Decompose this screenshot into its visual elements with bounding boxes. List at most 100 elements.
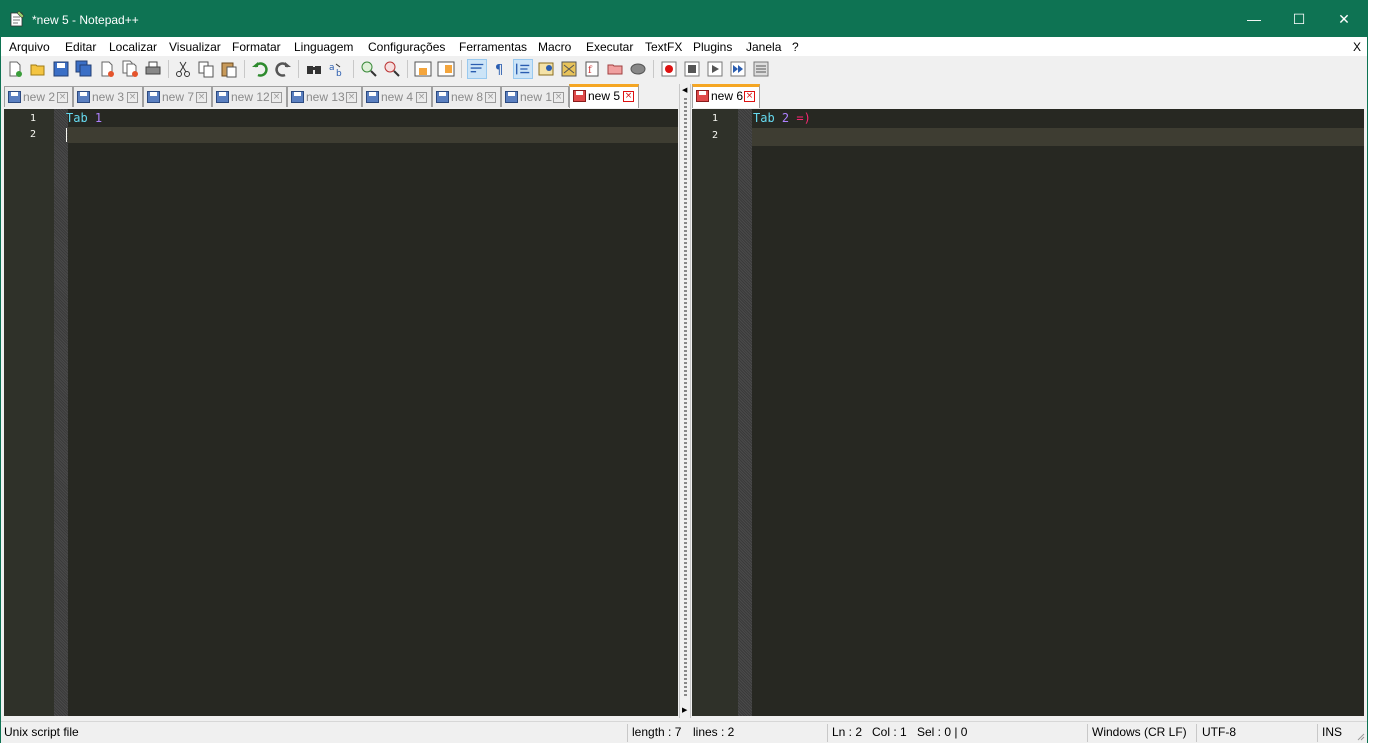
line-number-gutter: 1 2	[4, 109, 54, 716]
open-file-icon[interactable]	[28, 59, 48, 79]
tab-new-3[interactable]: new 3 ×	[73, 86, 143, 107]
maximize-button[interactable]: ☐	[1276, 1, 1322, 37]
tab-label: new 8	[451, 90, 484, 104]
close-all-icon[interactable]	[120, 59, 140, 79]
menu-help[interactable]: ?	[792, 40, 799, 54]
cut-icon[interactable]	[173, 59, 193, 79]
new-file-icon[interactable]	[5, 59, 25, 79]
menu-arquivo[interactable]: Arquivo	[9, 40, 50, 54]
tab-new-12[interactable]: new 12 ×	[212, 86, 287, 107]
view-splitter[interactable]: ◀ ▶	[679, 84, 691, 718]
close-tab-button[interactable]: ×	[553, 92, 564, 103]
close-tab-button[interactable]: ×	[744, 91, 755, 102]
status-lines: lines : 2	[693, 725, 735, 739]
tab-label: new 3	[92, 90, 125, 104]
save-all-icon[interactable]	[74, 59, 94, 79]
menu-executar[interactable]: Executar	[586, 40, 633, 54]
close-tab-button[interactable]: ×	[416, 92, 427, 103]
word-wrap-icon[interactable]	[467, 59, 487, 79]
fold-margin[interactable]	[54, 109, 68, 716]
close-window-button[interactable]: ✕	[1321, 1, 1367, 37]
indent-guide-icon[interactable]	[513, 59, 533, 79]
save-icon[interactable]	[51, 59, 71, 79]
tab-new-2[interactable]: new 2 ×	[4, 86, 73, 107]
menu-formatar[interactable]: Formatar	[232, 40, 281, 54]
move-right-arrow-icon[interactable]: ▶	[682, 706, 687, 714]
title-bar[interactable]: *new 5 - Notepad++ — ☐ ✕	[1, 1, 1367, 37]
tab-label: new 2	[23, 90, 56, 104]
tab-label: new 5	[588, 89, 621, 103]
menu-ferramentas[interactable]: Ferramentas	[459, 40, 527, 54]
monitoring-icon[interactable]	[628, 59, 648, 79]
menu-bar: Arquivo Editar Localizar Visualizar Form…	[1, 37, 1367, 56]
number-token: 1	[94, 111, 103, 125]
play-macro-icon[interactable]	[705, 59, 725, 79]
minimize-button[interactable]: —	[1231, 1, 1277, 37]
right-editor[interactable]: 1 2 Tab 2 =)	[692, 109, 1364, 716]
menu-configuracoes[interactable]: Configurações	[368, 40, 445, 54]
tab-label: new 13	[306, 90, 345, 104]
paste-icon[interactable]	[219, 59, 239, 79]
saved-file-icon	[147, 91, 160, 103]
redo-icon[interactable]	[273, 59, 293, 79]
tab-new-7[interactable]: new 7 ×	[143, 86, 212, 107]
close-tab-button[interactable]: ×	[127, 92, 138, 103]
right-tab-bar: new 6 ×	[692, 84, 1367, 108]
zoom-out-icon[interactable]	[382, 59, 402, 79]
menu-linguagem[interactable]: Linguagem	[294, 40, 353, 54]
menu-editar[interactable]: Editar	[65, 40, 96, 54]
user-language-icon[interactable]	[536, 59, 556, 79]
close-tab-button[interactable]: ×	[623, 91, 634, 102]
run-macro-multiple-icon[interactable]	[728, 59, 748, 79]
close-tab-button[interactable]: ×	[196, 92, 207, 103]
menu-visualizar[interactable]: Visualizar	[169, 40, 221, 54]
record-macro-icon[interactable]	[659, 59, 679, 79]
line-number: 2	[711, 130, 718, 141]
menu-macro[interactable]: Macro	[538, 40, 571, 54]
saved-file-icon	[8, 91, 21, 103]
code-line: Tab 2 =)	[753, 111, 811, 125]
sync-horizontal-icon[interactable]	[436, 59, 456, 79]
find-icon[interactable]	[304, 59, 324, 79]
current-line-highlight	[68, 127, 678, 143]
operator-token: =)	[796, 111, 811, 125]
tab-label: new 4	[381, 90, 414, 104]
menu-plugins[interactable]: Plugins	[693, 40, 732, 54]
fold-margin[interactable]	[738, 109, 752, 716]
close-icon[interactable]	[97, 59, 117, 79]
stop-macro-icon[interactable]	[682, 59, 702, 79]
undo-icon[interactable]	[250, 59, 270, 79]
replace-icon[interactable]: ab	[327, 59, 347, 79]
status-separator	[827, 724, 828, 742]
zoom-in-icon[interactable]	[359, 59, 379, 79]
resize-grip-icon[interactable]	[1355, 731, 1365, 741]
show-all-chars-icon[interactable]: ¶	[490, 59, 510, 79]
left-editor[interactable]: 1 2 Tab 1	[4, 109, 678, 716]
tab-new-4[interactable]: new 4 ×	[362, 86, 432, 107]
menu-janela[interactable]: Janela	[746, 40, 781, 54]
menu-localizar[interactable]: Localizar	[109, 40, 157, 54]
menu-textfx[interactable]: TextFX	[645, 40, 682, 54]
tab-new-5[interactable]: new 5 ×	[569, 84, 639, 108]
status-file-type: Unix script file	[4, 725, 79, 739]
tab-new-8[interactable]: new 8 ×	[432, 86, 501, 107]
close-tab-button[interactable]: ×	[57, 92, 68, 103]
save-macro-icon[interactable]	[751, 59, 771, 79]
tab-new-6[interactable]: new 6 ×	[692, 84, 760, 108]
close-tab-button[interactable]: ×	[485, 92, 496, 103]
notepad-plus-plus-window: *new 5 - Notepad++ — ☐ ✕ Arquivo Editar …	[0, 0, 1368, 743]
close-tab-button[interactable]: ×	[271, 92, 282, 103]
close-document-button[interactable]: X	[1353, 40, 1361, 54]
print-icon[interactable]	[143, 59, 163, 79]
line-number-gutter: 1 2	[692, 109, 738, 716]
sync-vertical-icon[interactable]	[413, 59, 433, 79]
tab-new-13[interactable]: new 13 ×	[287, 86, 362, 107]
tab-label: new 12	[231, 90, 270, 104]
close-tab-button[interactable]: ×	[346, 92, 357, 103]
copy-icon[interactable]	[196, 59, 216, 79]
document-map-icon[interactable]	[559, 59, 579, 79]
function-list-icon[interactable]: f	[582, 59, 602, 79]
move-left-arrow-icon[interactable]: ◀	[682, 86, 687, 94]
tab-new-1[interactable]: new 1 ×	[501, 86, 569, 107]
folder-as-workspace-icon[interactable]	[605, 59, 625, 79]
